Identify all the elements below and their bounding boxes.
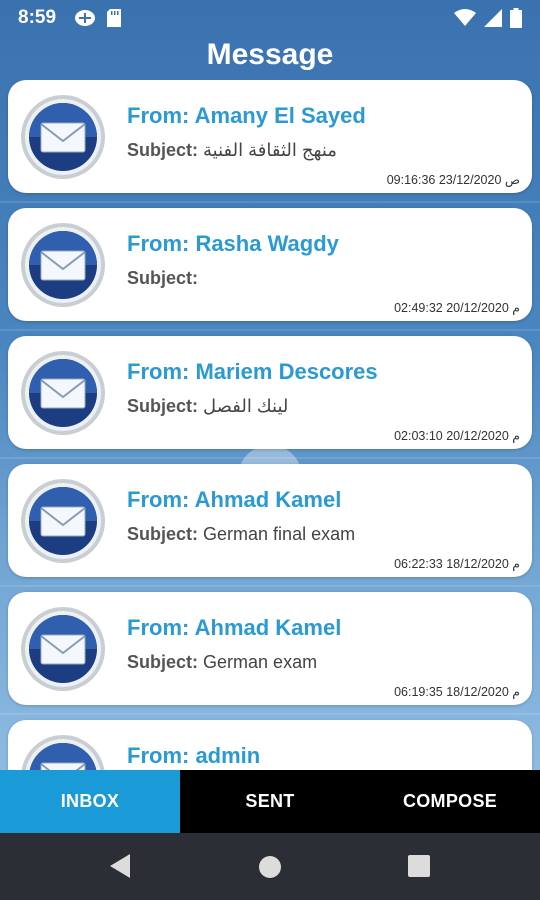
back-icon[interactable] xyxy=(108,853,132,884)
message-date: 02:49:32 20/12/2020 م xyxy=(394,301,520,315)
tab-inbox[interactable]: INBOX xyxy=(0,770,180,833)
subject-text: لينك الفصل xyxy=(203,396,289,416)
subject-text: منهج الثقافة الفنية xyxy=(203,140,337,160)
tab-sent[interactable]: SENT xyxy=(180,770,360,833)
message-date: 09:16:36 23/12/2020 ص xyxy=(386,173,520,187)
battery-icon xyxy=(510,8,522,33)
subject-line: Subject: German exam xyxy=(127,652,317,673)
message-card[interactable]: From: Rasha Wagdy Subject: 02:49:32 20/1… xyxy=(8,208,532,321)
subject-line: Subject: منهج الثقافة الفنية xyxy=(127,140,337,161)
signal-icon xyxy=(484,9,502,32)
envelope-icon xyxy=(20,222,106,308)
envelope-icon xyxy=(20,94,106,180)
subject-text: German exam xyxy=(203,652,318,672)
message-card[interactable]: From: admin xyxy=(8,720,532,770)
bottom-nav: INBOX SENT COMPOSE xyxy=(0,770,540,833)
subject-label: Subject: xyxy=(127,396,199,416)
subject-label: Subject: xyxy=(127,524,199,544)
status-time: 8:59 xyxy=(18,7,57,28)
subject-line: Subject: German final exam xyxy=(127,524,355,545)
system-nav-bar xyxy=(0,833,540,900)
envelope-icon xyxy=(20,606,106,692)
sd-card-icon xyxy=(106,8,122,33)
page-title: Message xyxy=(206,38,334,71)
subject-text: German final exam xyxy=(203,524,356,544)
subject-line: Subject: لينك الفصل xyxy=(127,396,288,417)
sender-name: From: Ahmad Kamel xyxy=(127,487,342,512)
message-date: 02:03:10 20/12/2020 م xyxy=(394,429,520,443)
tab-compose[interactable]: COMPOSE xyxy=(360,770,540,833)
subject-line: Subject: xyxy=(127,268,198,289)
envelope-icon xyxy=(20,478,106,564)
sender-name: From: Rasha Wagdy xyxy=(127,231,339,256)
subject-label: Subject: xyxy=(127,140,199,160)
message-card[interactable]: From: Ahmad Kamel Subject: German exam 0… xyxy=(8,592,532,705)
message-card[interactable]: From: Ahmad Kamel Subject: German final … xyxy=(8,464,532,577)
wifi-icon xyxy=(454,9,476,32)
sender-name: From: admin xyxy=(127,743,261,768)
subject-label: Subject: xyxy=(127,652,199,672)
message-date: 06:19:35 18/12/2020 م xyxy=(394,685,520,699)
subject-label: Subject: xyxy=(127,268,199,288)
status-bar: 8:59 xyxy=(0,0,540,36)
sender-name: From: Ahmad Kamel xyxy=(127,615,342,640)
message-card[interactable]: From: Mariem Descores Subject: لينك الفص… xyxy=(8,336,532,449)
sender-name: From: Amany El Sayed xyxy=(127,103,366,128)
message-card[interactable]: From: Amany El Sayed Subject: منهج الثقا… xyxy=(8,80,532,193)
recents-icon[interactable] xyxy=(408,855,430,882)
message-list[interactable]: From: Amany El Sayed Subject: منهج الثقا… xyxy=(0,80,540,770)
sender-name: From: Mariem Descores xyxy=(127,359,378,384)
envelope-icon xyxy=(20,350,106,436)
envelope-icon xyxy=(20,734,106,770)
sync-icon xyxy=(74,8,96,33)
message-date: 06:22:33 18/12/2020 م xyxy=(394,557,520,571)
home-icon[interactable] xyxy=(258,855,282,884)
